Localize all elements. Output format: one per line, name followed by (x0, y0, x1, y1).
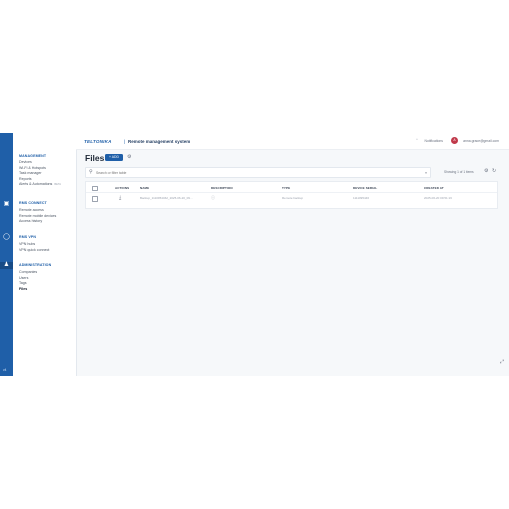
col-type[interactable]: TYPE (282, 186, 290, 190)
nav-item-reports[interactable]: Reports (19, 177, 32, 181)
notifications-link[interactable]: Notifications (425, 139, 443, 143)
add-button[interactable]: + ADD (105, 154, 123, 161)
settings-icon[interactable]: ⚙ (127, 154, 131, 161)
admin-icon[interactable]: ♟ (0, 262, 13, 269)
gear-icon[interactable]: ⚙ (484, 168, 488, 175)
select-all-checkbox[interactable] (92, 185, 98, 191)
nav-item-files[interactable]: Files (19, 287, 27, 291)
cell-name[interactable]: Backup_1110954462_2025-06-20_09… (140, 196, 193, 200)
cell-created-at: 2025-06-20 09:51:16 (424, 196, 452, 200)
cell-device-serial[interactable]: 1111095446 (353, 196, 369, 200)
nav-item-remote-access[interactable]: Remote access (19, 208, 44, 212)
teltonika-logo[interactable]: TELTONIKA (84, 139, 112, 144)
nav-item-tags[interactable]: Tags (19, 281, 27, 285)
col-created-at[interactable]: CREATED AT (424, 186, 444, 190)
col-actions: ACTIONS (115, 186, 130, 190)
search-input[interactable] (96, 169, 416, 176)
user-email[interactable]: anna.grace@gmail.com (463, 139, 499, 143)
search-bar: ⚲ ▿ (85, 167, 431, 178)
icon-rail: ⌃ ▣ ◯ ♟ v4 (0, 130, 13, 376)
brand-separator: | (124, 139, 126, 144)
nav-item-access-history[interactable]: Access history (19, 219, 42, 223)
refresh-icon[interactable]: ↻ (492, 168, 496, 175)
nav-item-wifi-hotspots[interactable]: Wi-Fi & Hotspots (19, 166, 46, 170)
search-icon: ⚲ (89, 169, 93, 175)
nav-section-management: MANAGEMENT (19, 154, 47, 158)
nav-item-users[interactable]: Users (19, 276, 28, 280)
nav-item-vpn-quick-connect[interactable]: VPN quick connect (19, 248, 49, 252)
nav-item-alerts-label: Alerts & Automations (19, 182, 53, 186)
filter-icon[interactable]: ▿ (425, 169, 427, 176)
download-icon[interactable]: ⤓ (119, 195, 121, 201)
page-title: Files (85, 153, 105, 163)
nav-section-administration: ADMINISTRATION (19, 263, 52, 267)
nav-item-companies[interactable]: Companies (19, 270, 37, 274)
bell-icon[interactable]: ▫ (416, 138, 421, 143)
nav-section-rms-vpn: RMS VPN (19, 235, 37, 239)
nav-item-vpn-hubs[interactable]: VPN hubs (19, 242, 35, 246)
side-nav: MANAGEMENT Devices Wi-Fi & Hotspots Task… (13, 133, 77, 376)
items-count: Showing 1 of 1 items (444, 170, 474, 174)
top-bar: TELTONIKA | Remote management system ▫ N… (76, 133, 509, 150)
row-checkbox[interactable] (92, 196, 98, 202)
beta-badge: BETA (54, 183, 61, 186)
nav-section-rms-connect: RMS CONNECT (19, 201, 47, 205)
rail-footer: v4 (3, 368, 7, 372)
chart-icon[interactable]: ⌃ (3, 130, 10, 137)
info-icon[interactable]: ⓘ (211, 195, 215, 201)
nav-item-devices[interactable]: Devices (19, 160, 32, 164)
col-name[interactable]: NAME (140, 186, 149, 190)
col-description[interactable]: DESCRIPTION (211, 186, 233, 190)
avatar[interactable]: A (451, 137, 458, 144)
files-table: ACTIONS NAME DESCRIPTION TYPE DEVICE SER… (85, 181, 498, 209)
app-title: Remote management system (128, 139, 191, 144)
table-divider (86, 192, 497, 193)
expand-icon[interactable]: ⤢ (500, 359, 504, 365)
nav-item-remote-mobile-devices[interactable]: Remote mobile devices (19, 214, 56, 218)
nav-item-alerts-automations[interactable]: Alerts & Automations BETA (19, 182, 61, 186)
devices-icon[interactable]: ▣ (3, 201, 10, 208)
col-device-serial[interactable]: DEVICE SERIAL (353, 186, 377, 190)
cell-type: Remote backup (282, 196, 304, 200)
nav-item-task-manager[interactable]: Task manager (19, 171, 42, 175)
connect-icon[interactable]: ◯ (3, 234, 10, 241)
